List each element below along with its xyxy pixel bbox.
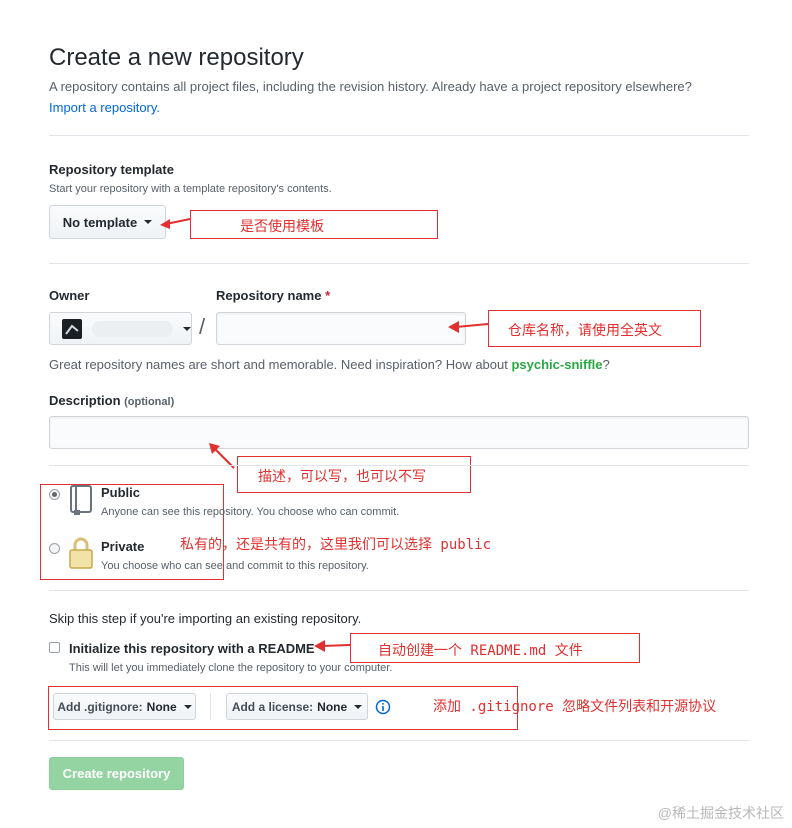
annotation-arrow-icon <box>314 640 351 652</box>
optional-tag: (optional) <box>124 396 175 408</box>
gitignore-value: None <box>146 699 177 714</box>
license-dropdown-button[interactable]: Add a license: None <box>226 693 368 720</box>
template-button-label: No template <box>62 214 138 230</box>
page-subtitle: A repository contains all project files,… <box>49 79 692 94</box>
watermark: @稀土掘金技术社区 <box>657 805 784 821</box>
template-note: Start your repository with a template re… <box>49 183 332 195</box>
create-repository-button[interactable]: Create repository <box>49 757 184 790</box>
annotation-visibility: 私有的，还是共有的，这里我们可以选择 public <box>180 537 491 553</box>
hint-text: Great repository names are short and mem… <box>49 357 512 372</box>
annotation-readme: 自动创建一个 README.md 文件 <box>378 643 583 659</box>
repo-name-label-text: Repository name <box>216 288 322 303</box>
lock-icon <box>69 537 93 569</box>
license-value: None <box>317 699 348 714</box>
gitignore-dropdown-button[interactable]: Add .gitignore: None <box>53 693 196 720</box>
info-icon[interactable] <box>375 699 391 715</box>
readme-label[interactable]: Initialize this repository with a README <box>69 641 315 656</box>
button-separator <box>210 693 211 720</box>
repo-name-input[interactable] <box>216 312 466 345</box>
readme-note: This will let you immediately clone the … <box>69 662 393 674</box>
description-input[interactable] <box>49 416 749 449</box>
annotation-arrow-icon <box>209 443 235 469</box>
avatar <box>62 318 82 339</box>
annotation-arrow-icon <box>160 218 191 229</box>
private-title: Private <box>101 539 145 554</box>
chevron-down-icon <box>354 704 363 709</box>
description-label-text: Description <box>49 393 121 408</box>
chevron-down-icon <box>183 326 191 331</box>
repo-book-icon <box>70 485 92 515</box>
import-repository-link[interactable]: Import a repository. <box>49 100 160 115</box>
divider <box>49 135 749 136</box>
hint-suffix: ? <box>602 357 610 372</box>
repo-name-hint: Great repository names are short and mem… <box>49 357 610 372</box>
repo-name-label: Repository name * <box>216 288 330 303</box>
annotation-repo-name: 仓库名称，请使用全英文 <box>508 323 662 339</box>
annotation-description: 描述，可以写，也可以不写 <box>258 469 426 485</box>
owner-separator: / <box>199 314 206 339</box>
annotation-arrow-icon <box>448 321 489 333</box>
name-suggestion[interactable]: psychic-sniffle <box>511 357 602 372</box>
chevron-down-icon <box>183 704 192 709</box>
page-title: Create a new repository <box>49 44 304 71</box>
chevron-down-icon <box>144 220 153 224</box>
divider <box>49 263 749 264</box>
private-radio[interactable] <box>49 543 60 554</box>
license-button-label: Add a license: <box>231 699 314 714</box>
annotation-template: 是否使用模板 <box>240 219 324 235</box>
template-dropdown-button[interactable]: No template <box>49 205 166 239</box>
divider <box>49 590 749 591</box>
template-label: Repository template <box>49 162 174 177</box>
annotation-gitignore: 添加 .gitignore 忽略文件列表和开源协议 <box>433 699 717 715</box>
divider <box>49 465 749 466</box>
blurred-owner-name <box>91 320 173 337</box>
public-note: Anyone can see this repository. You choo… <box>101 506 400 518</box>
required-mark: * <box>325 288 331 303</box>
gitignore-button-label: Add .gitignore: <box>57 699 143 714</box>
description-label: Description (optional) <box>49 393 174 408</box>
skip-note: Skip this step if you're importing an ex… <box>49 611 362 626</box>
divider <box>49 740 749 741</box>
public-radio[interactable] <box>49 489 60 500</box>
owner-dropdown-button[interactable] <box>49 312 192 345</box>
readme-checkbox[interactable] <box>49 642 60 653</box>
private-note: You choose who can see and commit to thi… <box>101 560 369 572</box>
public-title: Public <box>101 485 141 500</box>
radio-selected-dot <box>52 492 57 497</box>
owner-label: Owner <box>49 288 90 303</box>
